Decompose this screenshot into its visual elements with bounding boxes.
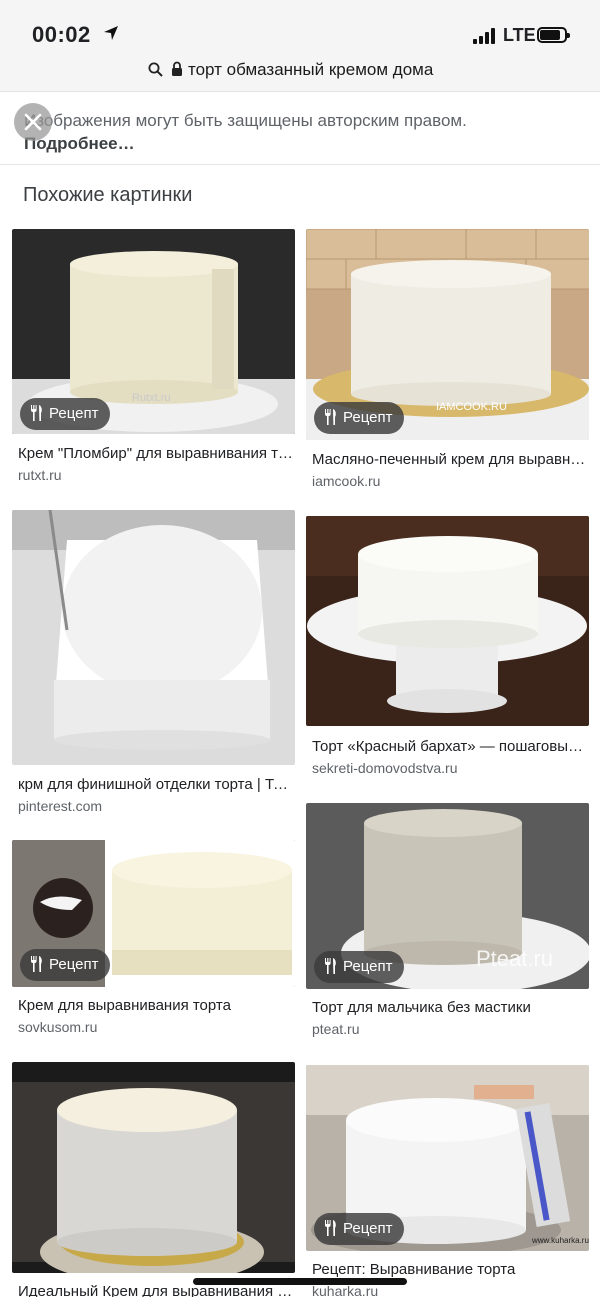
recipe-badge: Рецепт (314, 402, 405, 434)
fork-knife-icon (325, 1219, 336, 1236)
notice-text: Изображения могут быть защищены авторски… (24, 109, 584, 155)
watermark-text: Pteat.ru (476, 946, 553, 971)
result-source[interactable]: rutxt.ru (18, 467, 62, 483)
status-time: 00:02 (32, 22, 91, 47)
url-text[interactable]: торт обмазанный кремом дома (188, 60, 433, 80)
result-image[interactable] (306, 516, 589, 726)
watermark-text: Rutxt.ru (132, 392, 171, 404)
result-title[interactable]: крм для финишной отделки торта | Торты (18, 776, 293, 793)
recipe-badge: Рецепт (314, 1213, 405, 1245)
result-title[interactable]: Крем для выравнивания торта (18, 997, 293, 1014)
result-image[interactable]: Rutxt.ru Рецепт (12, 229, 295, 434)
recipe-badge-label: Рецепт (49, 956, 99, 973)
notice-message: Изображения могут быть защищены авторски… (24, 111, 467, 130)
result-image[interactable] (12, 1062, 295, 1273)
recipe-badge-label: Рецепт (343, 1220, 393, 1237)
lock-icon (172, 61, 182, 76)
section-title: Похожие картинки (23, 184, 193, 206)
result-image[interactable] (12, 510, 295, 765)
close-button[interactable] (14, 103, 52, 141)
result-image[interactable]: IAMCOOK.RU Рецепт (306, 229, 589, 440)
result-source[interactable]: kuharka.ru (312, 1283, 378, 1297)
learn-more-link[interactable]: Подробнее… (24, 132, 584, 155)
close-icon (24, 113, 42, 131)
signal-bars-icon (473, 28, 497, 44)
watermark-text: www.kuharka.ru (531, 1236, 589, 1245)
result-source[interactable]: sekreti-domovodstva.ru (312, 760, 458, 776)
fork-knife-icon (325, 957, 336, 974)
result-source[interactable]: pinterest.com (18, 798, 102, 814)
fork-knife-icon (325, 408, 336, 425)
result-source[interactable]: iamcook.ru (312, 473, 380, 489)
recipe-badge-label: Рецепт (343, 409, 393, 426)
url-bar[interactable]: торт обмазанный кремом дома (0, 54, 600, 92)
network-type: LTE (503, 25, 536, 45)
result-title[interactable]: Масляно-печенный крем для выравнивания (312, 451, 587, 468)
watermark-text: IAMCOOK.RU (436, 401, 507, 413)
result-title[interactable]: Идеальный Крем для выравнивания торта (18, 1283, 293, 1297)
recipe-badge-label: Рецепт (343, 958, 393, 975)
home-indicator[interactable] (193, 1278, 407, 1285)
fork-knife-icon (31, 955, 42, 972)
recipe-badge-label: Рецепт (49, 405, 99, 422)
result-image[interactable]: Pteat.ru Рецепт (306, 803, 589, 989)
recipe-badge: Рецепт (20, 398, 111, 430)
copyright-notice: Изображения могут быть защищены авторски… (0, 92, 600, 165)
recipe-badge: Рецепт (314, 951, 405, 983)
status-bar: 00:02 LTE (0, 0, 600, 54)
fork-knife-icon (31, 404, 42, 421)
recipe-badge: Рецепт (20, 949, 111, 981)
result-title[interactable]: Торт для мальчика без мастики (312, 999, 587, 1016)
battery-icon (537, 27, 570, 43)
result-image[interactable]: Рецепт (12, 840, 295, 987)
result-source[interactable]: pteat.ru (312, 1021, 359, 1037)
result-title[interactable]: Рецепт: Выравнивание торта (312, 1261, 587, 1278)
search-icon (148, 62, 163, 77)
result-title[interactable]: Крем "Пломбир" для выравнивания торта (18, 445, 293, 462)
result-title[interactable]: Торт «Красный бархат» — пошаговый рецепт (312, 738, 587, 755)
result-source[interactable]: sovkusom.ru (18, 1019, 97, 1035)
location-arrow-icon (104, 26, 118, 40)
result-image[interactable]: www.kuharka.ru Рецепт (306, 1065, 589, 1251)
